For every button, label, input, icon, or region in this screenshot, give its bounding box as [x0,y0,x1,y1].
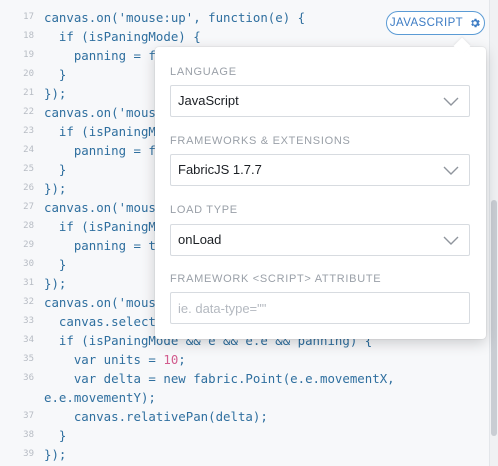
code-text: canvas.on('mouse:up', function(e) { [44,10,306,25]
code-text: panning = fa [44,143,164,158]
line-number: 17 [23,12,34,22]
code-text: canvas.on('mouse [44,295,164,310]
code-text: }); [44,276,67,291]
line-number: 30 [23,259,34,269]
code-text: panning = tr [44,238,164,253]
line-number: 27 [23,202,34,212]
script-attribute-label: FRAMEWORK <SCRIPT> ATTRIBUTE [170,273,382,285]
line-number: 36 [23,373,34,383]
code-line: 35 var units = 10; [0,350,489,369]
line-number: 32 [23,297,34,307]
line-number: 26 [23,183,34,193]
line-number: 22 [23,107,34,117]
code-text: } [44,67,67,82]
language-settings-button[interactable]: JAVASCRIPT [386,11,485,35]
line-number: 24 [23,145,34,155]
code-text: canvas.selecti [44,314,164,329]
code-line: e.e.movementY); [0,388,489,407]
frameworks-select[interactable]: FabricJS 1.7.7 [170,154,470,186]
code-text: } [44,428,67,443]
code-text: }); [44,86,67,101]
code-line: 38 } [0,426,489,445]
code-text: if (isPaningMode) { [44,29,201,44]
chevron-down-icon [443,236,459,245]
frameworks-label: FRAMEWORKS & EXTENSIONS [170,135,351,147]
line-number: 33 [23,316,34,326]
script-attribute-input[interactable] [170,292,470,324]
gear-icon [471,18,480,28]
code-text: canvas.relativePan(delta); [44,409,268,424]
line-number: 37 [23,411,34,421]
line-number: 38 [23,430,34,440]
line-number: 23 [23,126,34,136]
line-number: 31 [23,278,34,288]
line-number: 34 [23,335,34,345]
code-text: }); [44,447,67,462]
line-number: 18 [23,31,34,41]
language-badge-label: JAVASCRIPT [389,17,464,29]
load-type-select[interactable]: onLoad [170,224,470,256]
code-text: } [44,257,67,272]
code-text: if (isPaningMo [44,219,164,234]
line-number: 28 [23,221,34,231]
frameworks-select-value: FabricJS 1.7.7 [178,162,262,177]
code-line: 37 canvas.relativePan(delta); [0,407,489,426]
code-line: 36 var delta = new fabric.Point(e.e.move… [0,369,489,388]
chevron-down-icon [443,166,459,175]
code-text: if (isPaningMo [44,124,164,139]
code-text: var delta = new fabric.Point(e.e.movemen… [44,371,395,386]
editor-scrollbar[interactable] [490,0,498,466]
code-text: } [44,162,67,177]
language-settings-popover: LANGUAGE JavaScript FRAMEWORKS & EXTENSI… [155,47,486,339]
code-text: var units = 10; [44,352,186,367]
load-type-select-value: onLoad [178,232,222,247]
code-text: }); [44,181,67,196]
code-text: panning = fa [44,48,164,63]
code-text: canvas.on('mouse [44,105,164,120]
line-number: 20 [23,69,34,79]
code-text: canvas.on('mouse [44,200,164,215]
line-number: 35 [23,354,34,364]
chevron-down-icon [443,97,459,106]
line-number: 25 [23,164,34,174]
code-text: e.e.movementY); [44,390,156,405]
language-select[interactable]: JavaScript [170,85,470,117]
language-label: LANGUAGE [170,66,237,78]
line-number: 19 [23,50,34,60]
line-number: 29 [23,240,34,250]
line-number: 39 [23,449,34,459]
language-select-value: JavaScript [178,93,239,108]
scrollbar-thumb[interactable] [491,200,497,436]
code-line: 39}); [0,445,489,464]
load-type-label: LOAD TYPE [170,204,238,216]
line-number: 21 [23,88,34,98]
